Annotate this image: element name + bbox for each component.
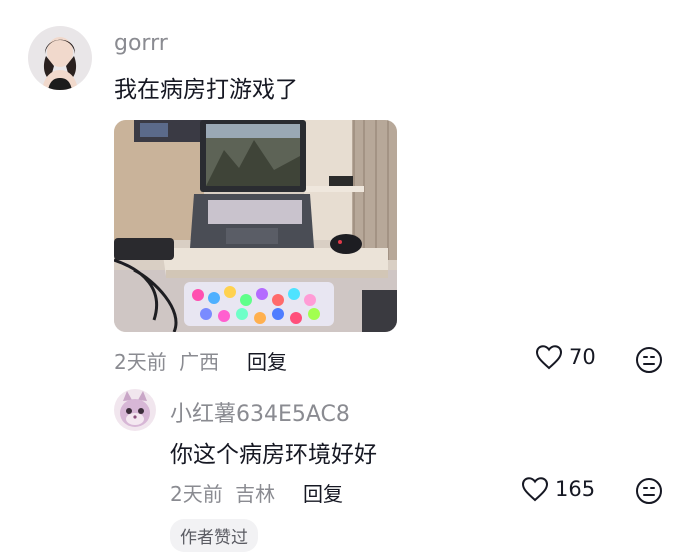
reply-meta: 2天前 吉林 xyxy=(170,478,275,507)
emoji-face-icon xyxy=(636,478,662,504)
reply-like-count: 165 xyxy=(555,477,596,501)
comment-emoji-button[interactable] xyxy=(635,346,663,378)
comment-username[interactable]: gorrr xyxy=(114,31,168,56)
reply-emoji-button[interactable] xyxy=(635,477,663,509)
avatar-reply-user[interactable] xyxy=(114,389,156,431)
reply-username[interactable]: 小红薯634E5AC8 xyxy=(170,396,350,428)
reply-text: 你这个病房环境好好 xyxy=(170,442,377,468)
reply-location: 吉林 xyxy=(235,482,276,506)
emoji-face-icon xyxy=(636,347,662,373)
reply-like-button[interactable]: 165 xyxy=(521,476,595,502)
heart-outline-icon xyxy=(521,477,549,502)
comment-text: 我在病房打游戏了 xyxy=(114,77,298,103)
comment-photo-laptop[interactable] xyxy=(114,120,397,332)
comment-location: 广西 xyxy=(179,350,220,374)
avatar-gorrr-image xyxy=(28,26,92,90)
reply-reply-button[interactable]: 回复 xyxy=(303,478,343,507)
comment-time: 2天前 xyxy=(114,350,167,374)
avatar-reply-image xyxy=(114,389,156,431)
heart-outline-icon xyxy=(535,345,563,370)
laptop-photo-image xyxy=(114,120,397,332)
comment-like-count: 70 xyxy=(569,345,596,369)
comment-meta: 2天前 广西 xyxy=(114,346,219,375)
comment-reply-button[interactable]: 回复 xyxy=(247,346,287,375)
avatar-gorrr[interactable] xyxy=(28,26,92,90)
author-liked-badge: 作者赞过 xyxy=(170,519,258,552)
comment-like-button[interactable]: 70 xyxy=(535,344,596,370)
reply-time: 2天前 xyxy=(170,482,223,506)
